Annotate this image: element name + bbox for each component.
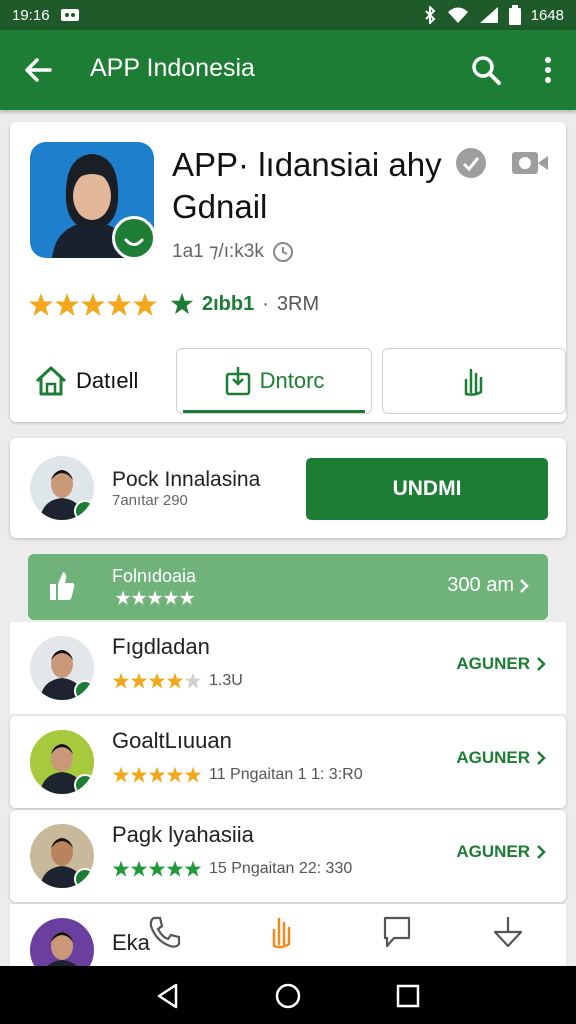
phone-icon[interactable] (146, 914, 182, 950)
thumbs-up-icon (50, 572, 75, 600)
list-item-name: Pagk lyahasiia (112, 822, 254, 847)
list-item[interactable]: GoaltLıuuan 11 Pngaitan 1 1: 3:R0 AGUNER (10, 716, 566, 808)
star-icons (112, 672, 202, 689)
clock-icon (272, 241, 294, 263)
download-arrow-icon[interactable] (490, 914, 526, 950)
verified-badge-icon (74, 774, 94, 794)
verified-badge-icon (74, 868, 94, 888)
chevron-right-icon (537, 657, 546, 671)
star-icons (112, 766, 202, 783)
star-icons (29, 293, 157, 316)
list-item-rating-text: 1.3U (209, 672, 243, 689)
search-icon[interactable] (470, 54, 502, 86)
list-item-rating: 1.3U (112, 672, 243, 690)
tab-detail[interactable]: Datıell (34, 348, 184, 414)
hand-icon (464, 368, 483, 396)
chevron-right-icon (537, 845, 546, 859)
status-time: 19:16 (12, 6, 50, 24)
list-item-name: GoaltLıuuan (112, 728, 232, 753)
green-star-icon (170, 292, 194, 315)
tab-download[interactable]: Dntorc (176, 348, 372, 414)
promo-value: 300 am (447, 574, 530, 597)
tab-detail-label: Datıell (76, 368, 139, 393)
list-item-rating-text: 11 Pngaitan 1 1: 3:R0 (209, 766, 363, 783)
list-item-action[interactable]: AGUNER (456, 842, 546, 862)
promo-value-text: 300 am (447, 574, 514, 596)
app-header-card: APP· lıdansiai ahy Gdnail 1a1 ⁊/ı:k3k 2ı… (10, 122, 566, 422)
list-item-action[interactable]: AGUNER (456, 748, 546, 768)
app-subinfo: 1a1 ⁊/ı:k3k (172, 240, 294, 263)
list-avatar (30, 636, 94, 700)
rating-count: 2ıbb1 (202, 292, 255, 315)
chevron-right-icon (537, 751, 546, 765)
list-avatar (30, 730, 94, 794)
message-icon[interactable] (380, 914, 416, 950)
nav-recents-icon[interactable] (394, 982, 422, 1010)
app-bar: APP Indonesia (0, 30, 576, 110)
app-name: APP· lıdansiai ahy Gdnail (172, 146, 442, 225)
list-item-name: Fıgdladan (112, 634, 210, 659)
list-item-action[interactable]: AGUNER (456, 654, 546, 674)
notification-icon (60, 7, 80, 23)
verified-badge-icon (74, 500, 94, 520)
developer-card: Pock Innalasina 7anıtar 290 UNDMI (10, 438, 566, 538)
list-item[interactable]: Pagk lyahasiia 15 Pngaitan 22: 330 AGUNE… (10, 810, 566, 902)
star-icons (115, 590, 195, 605)
battery-icon (508, 5, 521, 25)
app-icon (30, 142, 154, 258)
tab-active-indicator (183, 410, 365, 413)
downloads: 3RM (276, 292, 320, 315)
status-bar: 19:16 1648 (0, 0, 576, 30)
signal-icon (479, 6, 499, 24)
developer-subtitle: 7anıtar 290 (112, 492, 188, 509)
list-item-rating-text: 15 Pngaitan 22: 330 (209, 860, 353, 877)
nav-home-icon[interactable] (274, 982, 302, 1010)
bottom-tabs (10, 898, 566, 966)
list-item-action-label: AGUNER (456, 842, 530, 861)
list-item[interactable]: Fıgdladan 1.3U AGUNER (10, 622, 566, 714)
rating-stars (28, 292, 158, 318)
developer-avatar (30, 456, 94, 520)
wifi-icon (447, 6, 469, 24)
bluetooth-icon (423, 6, 437, 24)
download-box-icon (225, 367, 250, 396)
promo-title: Folnıdoaia (112, 566, 197, 586)
developer-name: Pock Innalasina (112, 468, 261, 491)
battery-time: 1648 (530, 6, 564, 24)
back-arrow-icon[interactable] (22, 54, 54, 86)
app-meta: 2ıbb1 · 3RM (170, 292, 319, 316)
star-icons (112, 860, 202, 877)
tab-share[interactable] (382, 348, 566, 414)
list-item-rating: 11 Pngaitan 1 1: 3:R0 (112, 766, 363, 784)
promo-stars (112, 590, 198, 606)
app-bar-title: APP Indonesia (90, 54, 255, 82)
list-avatar (30, 824, 94, 888)
nav-back-icon[interactable] (154, 982, 182, 1010)
home-icon (35, 366, 67, 396)
whatsapp-badge-icon (112, 216, 154, 258)
list-item-rating: 15 Pngaitan 22: 330 (112, 860, 352, 878)
system-nav-bar (0, 966, 576, 1024)
chevron-right-icon (520, 578, 529, 593)
list-item-action-label: AGUNER (456, 654, 530, 673)
more-options-icon[interactable] (536, 54, 560, 86)
app-subinfo-text: 1a1 ⁊/ı:k3k (172, 241, 264, 262)
list-item-action-label: AGUNER (456, 748, 530, 767)
tab-download-label: Dntorc (259, 368, 325, 393)
install-button[interactable]: UNDMI (306, 458, 548, 520)
verified-badge-icon (74, 680, 94, 700)
camera-icon[interactable] (510, 148, 550, 178)
meta-separator: · (262, 292, 269, 315)
hand-icon[interactable] (264, 914, 300, 950)
verified-icon (456, 148, 486, 178)
promo-banner[interactable]: Folnıdoaia 300 am (28, 554, 548, 620)
